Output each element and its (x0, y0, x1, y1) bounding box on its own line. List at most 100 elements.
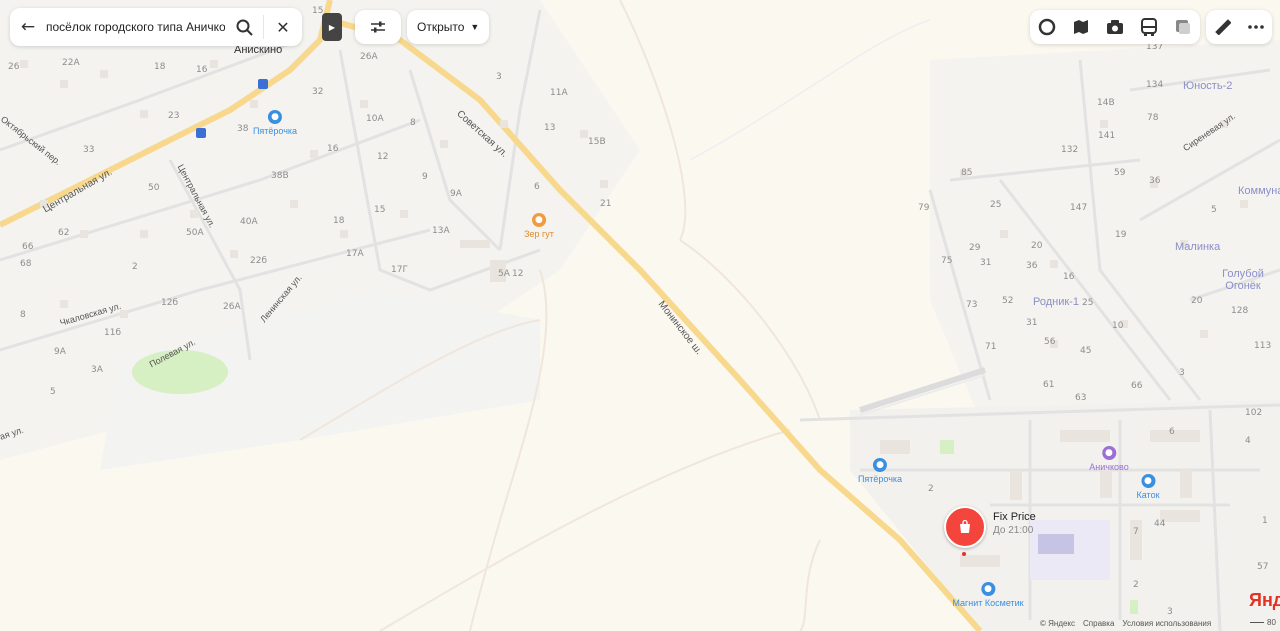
house-number: 3 (496, 72, 502, 82)
house-number: 31 (980, 258, 992, 268)
house-number: 12б (161, 298, 179, 308)
map-layers-toolbar (1030, 10, 1200, 44)
house-number: 6 (1169, 427, 1175, 437)
house-number: 6 (534, 182, 540, 192)
district-label: Родник-1 (1033, 296, 1079, 308)
poi-katok[interactable]: ● Каток (1136, 474, 1160, 500)
yandex-logo: Янде (1249, 590, 1280, 610)
house-number: 36 (1026, 261, 1038, 271)
house-number: 20 (1031, 241, 1043, 251)
house-number: 9А (54, 347, 66, 357)
house-number: 17А (346, 249, 364, 259)
traffic-icon[interactable] (1035, 15, 1059, 39)
house-number: 3А (91, 365, 103, 375)
arrow-left-icon[interactable]: ← (10, 17, 46, 37)
district-label: Малинка (1175, 241, 1221, 253)
house-number: 36 (1149, 176, 1161, 186)
panorama-icon[interactable] (1069, 15, 1093, 39)
layers-icon[interactable] (1171, 15, 1195, 39)
poi-pyaterochka[interactable]: ● Пятёрочка (253, 110, 297, 136)
house-number: 15В (588, 137, 606, 147)
house-number: 50А (186, 228, 204, 238)
house-number: 132 (1061, 145, 1079, 155)
house-number: 19 (1115, 230, 1127, 240)
house-number: 75 (941, 256, 953, 266)
marker-point (962, 552, 966, 556)
house-number: 61 (1043, 380, 1055, 390)
transit-icon[interactable] (1137, 15, 1161, 39)
close-icon[interactable]: ✕ (264, 8, 302, 46)
house-number: 13 (544, 123, 556, 133)
more-icon[interactable] (1244, 15, 1268, 39)
house-number: 2 (132, 262, 138, 272)
poi-pyaterochka-2[interactable]: ● Пятёрочка (858, 458, 902, 484)
house-number: 3 (1167, 607, 1173, 617)
filters-button[interactable] (355, 10, 401, 44)
house-number: 78 (1147, 113, 1159, 123)
house-number: 26А (360, 52, 378, 62)
bus-stop-icon[interactable] (196, 128, 206, 138)
house-number: 14В (1097, 98, 1115, 108)
house-number: 16 (196, 65, 208, 75)
poi-label: Зер гут (524, 229, 554, 239)
camera-icon[interactable] (1103, 15, 1127, 39)
shopping-bag-icon (944, 506, 986, 548)
house-number: 23 (168, 111, 180, 121)
house-number: 11б (104, 328, 122, 338)
basket-icon: ● (873, 458, 887, 472)
poi-anichkovo[interactable]: ● Аничково (1089, 446, 1129, 472)
house-number: 50 (148, 183, 160, 193)
house-number: 79 (918, 203, 930, 213)
search-input[interactable]: посёлок городского типа Аничково (46, 20, 225, 34)
house-number: 16 (327, 144, 339, 154)
house-number: 5 (1211, 205, 1217, 215)
district-label: Голубой Огонёк (1222, 268, 1264, 292)
district-label: Коммуна (1238, 185, 1280, 197)
house-number: 13А (432, 226, 450, 236)
house-number: 25 (990, 200, 1002, 210)
help-link[interactable]: Справка (1083, 619, 1114, 628)
copyright-text: © Яндекс (1040, 619, 1076, 628)
poi-label: Аничково (1089, 462, 1129, 472)
featured-hours: До 21:00 (993, 525, 1034, 536)
house-number: 20 (1191, 296, 1203, 306)
house-number: 102 (1245, 408, 1263, 418)
house-number: 45 (1080, 346, 1092, 356)
house-number: 85 (961, 168, 973, 178)
house-number: 26А (223, 302, 241, 312)
poi-magnit-cosmetic[interactable]: ● Магнит Косметик (952, 582, 1024, 608)
house-number: 52 (1002, 296, 1014, 306)
cosmetics-icon: ● (981, 582, 995, 596)
house-number: 12 (512, 269, 524, 279)
ruler-icon[interactable] (1211, 15, 1235, 39)
house-number: 68 (20, 259, 32, 269)
house-number: 2 (928, 484, 934, 494)
house-number: 1 (1262, 516, 1268, 526)
terms-link[interactable]: Условия использования (1122, 619, 1211, 628)
house-number: 38В (271, 171, 289, 181)
house-number: 12 (377, 152, 389, 162)
house-number: 66 (1131, 381, 1143, 391)
open-now-label: Открыто (417, 20, 465, 34)
house-number: 4 (1245, 436, 1251, 446)
house-number: 7 (1133, 527, 1139, 537)
collapse-panel-button[interactable]: ▶ (322, 13, 342, 41)
house-number: 31 (1026, 318, 1038, 328)
bus-stop-icon[interactable] (258, 79, 268, 89)
search-icon[interactable] (225, 8, 263, 46)
house-number: 21 (600, 199, 612, 209)
featured-marker-fix-price[interactable]: Fix Price До 21:00 (944, 506, 1036, 556)
house-number: 44 (1154, 519, 1166, 529)
search-bar: ← посёлок городского типа Аничково ✕ (10, 8, 302, 46)
house-number: 11А (550, 88, 568, 98)
house-number: 113 (1254, 341, 1272, 351)
poi-label: Магнит Косметик (952, 598, 1024, 608)
open-now-filter[interactable]: Открыто ▼ (407, 10, 490, 44)
house-number: 22А (62, 58, 80, 68)
house-number: 32 (312, 87, 324, 97)
house-number: 59 (1114, 168, 1126, 178)
map-canvas[interactable] (0, 0, 1280, 631)
house-number: 10 (1112, 321, 1124, 331)
poi-zer-gut[interactable]: ● Зер гут (524, 213, 554, 239)
house-number: 134 (1146, 80, 1164, 90)
